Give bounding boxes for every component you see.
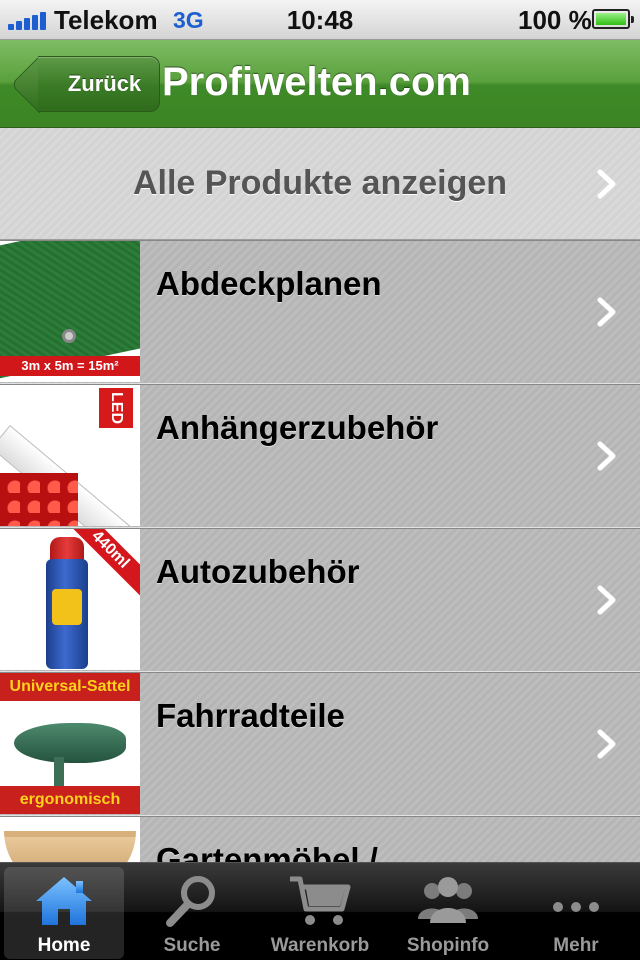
navigation-bar: Zurück Profiwelten.com <box>0 40 640 128</box>
more-icon <box>553 902 599 912</box>
thumbnail-caption: LED <box>99 388 133 428</box>
chevron-right-icon <box>597 585 616 615</box>
tab-label: Mehr <box>553 935 599 956</box>
tab-home[interactable]: Home <box>0 863 128 960</box>
garden-bowl-thumbnail <box>0 817 140 862</box>
list-item-label: Anhängerzubehör <box>156 409 439 446</box>
tab-label: Shopinfo <box>406 935 490 956</box>
bike-saddle-thumbnail: Universal-Sattel ergonomisch <box>0 673 140 814</box>
list-item[interactable]: Universal-Sattel ergonomisch Fahrradteil… <box>0 672 640 816</box>
tab-label: Suche <box>163 935 221 956</box>
list-item[interactable]: LED Anhängerzubehör <box>0 384 640 528</box>
tab-bar: Home Suche Warenkorb Shopinfo Mehr <box>0 862 640 960</box>
all-products-label: Alle Produkte anzeigen <box>132 164 508 202</box>
tab-cart[interactable]: Warenkorb <box>256 863 384 960</box>
category-list: Alle Produkte anzeigen 3m x 5m = 15m² Ab… <box>0 128 640 862</box>
tab-search[interactable]: Suche <box>128 863 256 960</box>
chevron-right-icon <box>597 441 616 471</box>
people-icon <box>418 877 478 923</box>
list-item-label: Abdeckplanen <box>156 265 382 302</box>
tab-label: Warenkorb <box>270 935 370 956</box>
all-products-row[interactable]: Alle Produkte anzeigen <box>0 128 640 240</box>
home-icon <box>36 877 92 925</box>
list-item-label: Autozubehör <box>156 553 360 590</box>
search-icon <box>166 876 215 927</box>
trailer-light-thumbnail: LED <box>0 385 140 526</box>
list-item[interactable]: 440ml Autozubehör <box>0 528 640 672</box>
back-button-label: Zurück <box>67 71 142 96</box>
battery-percentage: 100 % <box>518 5 592 35</box>
tarp-thumbnail: 3m x 5m = 15m² <box>0 241 140 382</box>
back-button[interactable]: Zurück <box>38 56 160 112</box>
chevron-right-icon <box>597 297 616 327</box>
list-item-label: Gartenmöbel / <box>156 841 378 862</box>
battery-icon <box>592 9 634 29</box>
cart-icon <box>290 876 351 925</box>
page-title: Profiwelten.com <box>162 60 471 104</box>
chevron-right-icon <box>597 729 616 759</box>
status-bar: Telekom 3G 10:48 100 % <box>0 0 640 40</box>
list-item[interactable]: 3m x 5m = 15m² Abdeckplanen <box>0 240 640 384</box>
list-item-label: Fahrradteile <box>156 697 345 734</box>
thumbnail-caption: 3m x 5m = 15m² <box>0 356 140 376</box>
list-item[interactable]: Gartenmöbel / <box>0 816 640 862</box>
tab-more[interactable]: Mehr <box>512 863 640 960</box>
chevron-right-icon <box>597 169 616 199</box>
thumbnail-caption: ergonomisch <box>0 786 140 814</box>
spray-can-thumbnail: 440ml <box>0 529 140 670</box>
tab-shopinfo[interactable]: Shopinfo <box>384 863 512 960</box>
tab-label: Home <box>37 935 91 956</box>
thumbnail-caption: Universal-Sattel <box>0 673 140 701</box>
